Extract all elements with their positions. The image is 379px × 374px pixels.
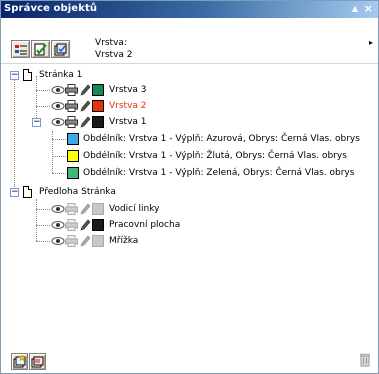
show-properties-icon (15, 45, 27, 55)
new-master-layer-button[interactable] (29, 353, 46, 370)
trash-icon[interactable] (360, 353, 370, 367)
object-fill-swatch (67, 167, 79, 179)
pencil-icon[interactable] (79, 84, 91, 96)
layer-color-swatch[interactable] (92, 235, 104, 247)
eye-icon[interactable] (51, 203, 65, 215)
current-layer-label: Vrstva: (95, 38, 127, 48)
eye-icon[interactable] (51, 100, 65, 112)
tree-item-object[interactable]: Obdélník: Vrstva 1 - Výplň: Žlutá, Obrys… (1, 149, 378, 163)
layer-label: Vrstva 3 (109, 85, 147, 95)
edit-across-layers-icon (34, 43, 47, 56)
layer-color-swatch[interactable] (92, 100, 104, 112)
eye-icon[interactable] (51, 219, 65, 231)
title-bar: Správce objektů ▲ × (1, 1, 378, 18)
new-layer-button[interactable] (11, 353, 28, 370)
printer-icon[interactable] (65, 219, 78, 231)
object-fill-swatch (67, 133, 79, 145)
layer-color-swatch[interactable] (92, 84, 104, 96)
collapse-toggle-icon[interactable]: − (32, 118, 41, 127)
tree-item-guides-layer[interactable]: Vodicí linky (1, 202, 378, 216)
layer-color-swatch[interactable] (92, 116, 104, 128)
new-layer-icon (13, 355, 26, 368)
edit-across-layers-button[interactable] (31, 40, 50, 58)
collapse-arrow-icon[interactable]: ▲ (352, 4, 358, 13)
toolbar: Vrstva: Vrstva 2 ▸ (1, 18, 378, 64)
page-label: Předloha Stránka (39, 187, 116, 197)
layer-label: Pracovní plocha (109, 220, 181, 230)
tree-item-desktop-layer[interactable]: Pracovní plocha (1, 218, 378, 232)
close-icon[interactable]: × (364, 2, 373, 15)
tree-item-object[interactable]: Obdélník: Vrstva 1 - Výplň: Azurová, Obr… (1, 132, 378, 146)
tree-item-object[interactable]: Obdélník: Vrstva 1 - Výplň: Zelená, Obry… (1, 166, 378, 180)
collapse-toggle-icon[interactable]: − (10, 71, 19, 80)
object-tree: − Stránka 1 Vrstva 3 Vrstva 2 − Vrstva 1… (1, 65, 378, 345)
layer-manager-view-icon (54, 43, 67, 56)
object-label: Obdélník: Vrstva 1 - Výplň: Žlutá, Obrys… (83, 151, 347, 161)
object-manager-panel: Správce objektů ▲ × Vrstva: Vrstva 2 ▸ −… (0, 0, 379, 374)
page-icon (23, 69, 32, 81)
tree-item-layer-3[interactable]: Vrstva 3 (1, 83, 378, 97)
page-icon (23, 186, 32, 198)
printer-icon[interactable] (65, 116, 78, 128)
eye-icon[interactable] (51, 116, 65, 128)
tree-item-grid-layer[interactable]: Mřížka (1, 234, 378, 248)
layer-label: Vodicí linky (109, 204, 160, 214)
tree-item-master-page[interactable]: − Předloha Stránka (1, 185, 378, 199)
pencil-icon[interactable] (79, 116, 91, 128)
page-label: Stránka 1 (39, 70, 83, 80)
layer-manager-view-button[interactable] (51, 40, 70, 58)
layer-label-active: Vrstva 2 (109, 101, 147, 111)
printer-icon[interactable] (65, 84, 78, 96)
bottom-toolbar (1, 345, 378, 373)
pencil-icon[interactable] (79, 203, 91, 215)
pencil-icon[interactable] (79, 235, 91, 247)
tree-item-page1[interactable]: − Stránka 1 (1, 68, 378, 82)
object-fill-swatch (67, 150, 79, 162)
pencil-icon[interactable] (79, 219, 91, 231)
layer-label: Mřížka (109, 236, 139, 246)
new-master-layer-icon (31, 356, 44, 368)
flyout-menu-icon[interactable]: ▸ (369, 38, 373, 47)
collapse-toggle-icon[interactable]: − (10, 188, 19, 197)
printer-icon[interactable] (65, 203, 78, 215)
tree-item-layer-1[interactable]: − Vrstva 1 (1, 115, 378, 129)
eye-icon[interactable] (51, 84, 65, 96)
object-label: Obdélník: Vrstva 1 - Výplň: Zelená, Obry… (83, 168, 355, 178)
printer-icon[interactable] (65, 235, 78, 247)
pencil-icon[interactable] (79, 100, 91, 112)
eye-icon[interactable] (51, 235, 65, 247)
layer-color-swatch[interactable] (92, 203, 104, 215)
object-label: Obdélník: Vrstva 1 - Výplň: Azurová, Obr… (83, 134, 360, 144)
layer-color-swatch[interactable] (92, 219, 104, 231)
printer-icon[interactable] (65, 100, 78, 112)
current-layer-value: Vrstva 2 (95, 50, 133, 60)
show-properties-button[interactable] (11, 40, 30, 58)
panel-title: Správce objektů (4, 3, 98, 14)
tree-item-layer-2[interactable]: Vrstva 2 (1, 99, 378, 113)
layer-label: Vrstva 1 (109, 117, 147, 127)
